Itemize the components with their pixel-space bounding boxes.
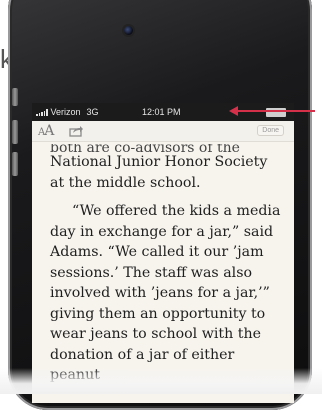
article-body: both are co-advisors of the National Jun… (32, 142, 294, 386)
cutoff-text-line: both are co-advisors of the (50, 144, 240, 152)
callout-line (235, 110, 315, 112)
article-paragraph-1: National Junior Honor Society at the mid… (50, 154, 268, 191)
status-time: 12:01 PM (142, 107, 181, 117)
mute-switch (12, 88, 18, 106)
done-button[interactable]: Done (257, 125, 284, 136)
status-bar: Verizon 3G 12:01 PM (32, 103, 294, 121)
reader-toolbar: AA Done (32, 121, 294, 142)
font-size-button[interactable]: AA (38, 123, 54, 139)
network-type: 3G (86, 107, 99, 117)
signal-bars-icon (36, 108, 48, 116)
bottom-fade-overlay (0, 368, 322, 394)
article-paragraph-2: “We offered the kids a media day in exch… (50, 203, 281, 383)
volume-down-button (12, 152, 18, 176)
volume-up-button (12, 120, 18, 144)
front-camera (124, 26, 133, 35)
share-icon[interactable] (69, 125, 84, 137)
phone-screen: Verizon 3G 12:01 PM AA Done both are co-… (32, 103, 294, 403)
carrier-name: Verizon (50, 107, 81, 117)
